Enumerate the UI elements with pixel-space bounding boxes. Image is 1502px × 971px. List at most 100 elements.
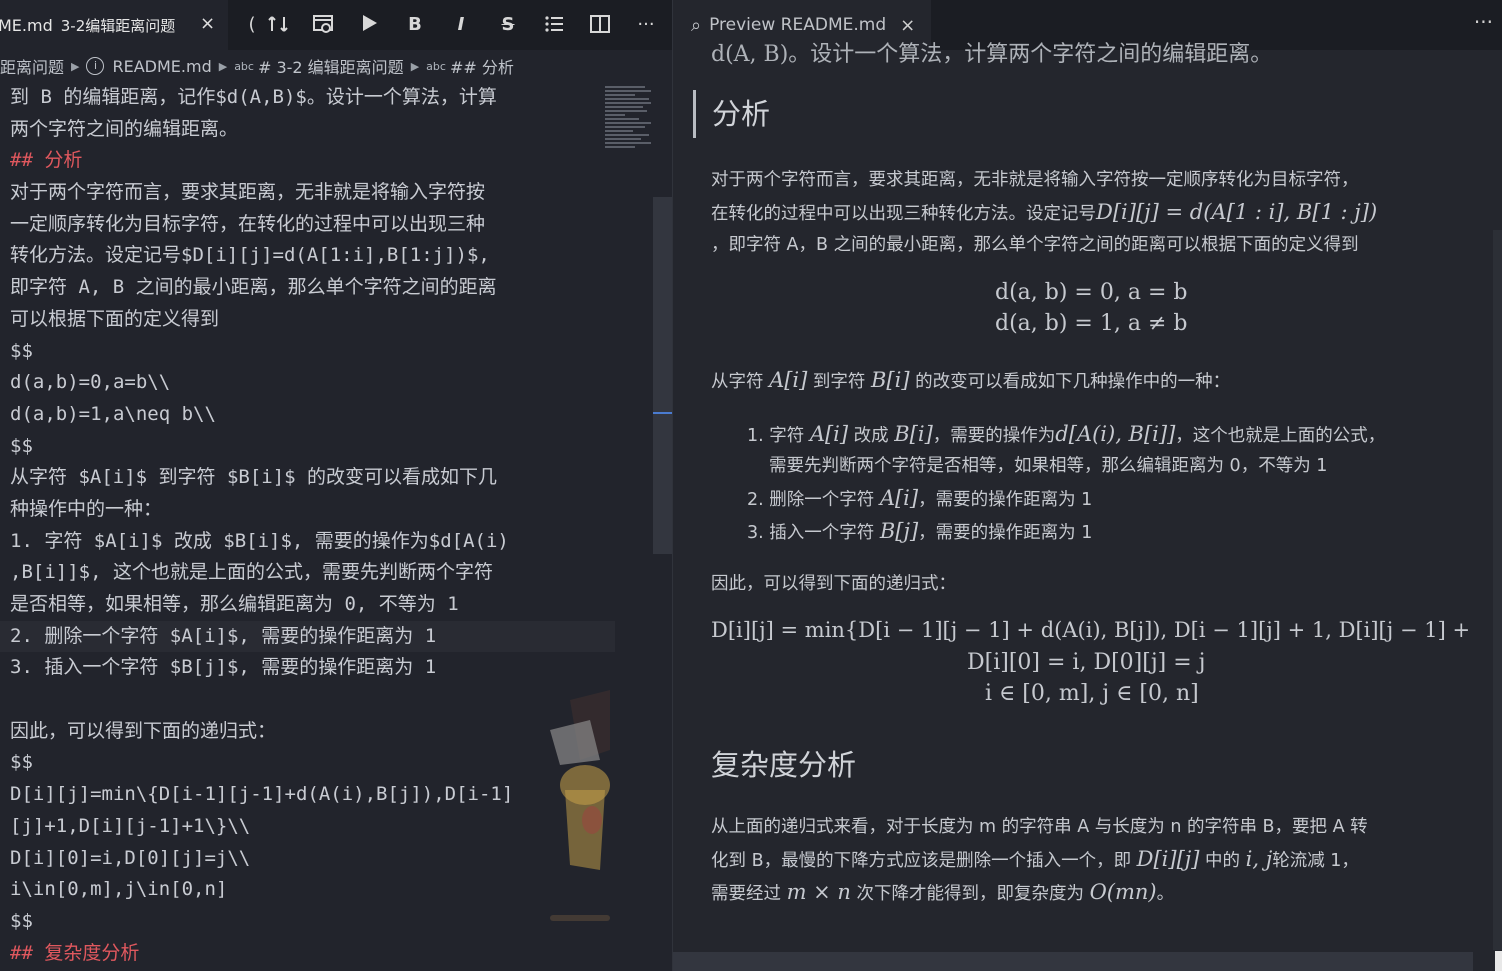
code-line: d(a,b)=1,a\neq b\\ [10, 402, 216, 425]
code-line: 因此，可以得到下面的递归式： [10, 719, 277, 742]
code-line: 是否相等，如果相等，那么编辑距离为 0, 不等为 1 [10, 593, 459, 615]
text: 在转化的过程中可以出现三种转化方法。设定记号 [711, 204, 1096, 224]
paragraph: 从字符 A[i] 到字符 B[i] 的改变可以看成如下几种操作中的一种： [711, 364, 1230, 399]
italic-icon[interactable]: I [449, 13, 473, 37]
text: 。 [1156, 884, 1175, 904]
text: 从字符 [711, 372, 770, 392]
list-item: 3. 插入一个字符 B[j]，需要的操作距离为 1 [747, 515, 1092, 550]
preview-vertical-scrollbar[interactable] [1493, 230, 1502, 950]
code-line: 到 B 的编辑距离，记作$d(A,B)$。设计一个算法，计算 [10, 86, 497, 108]
code-line: 即字符 A, B 之间的最小距离，那么单个字符之间的距离 [10, 276, 497, 299]
text: ，需要的操作距离为 1 [918, 490, 1093, 510]
preview-horizontal-scrollbar[interactable] [673, 952, 1473, 971]
code-line-active: 2. 删除一个字符 $A[i]$, 需要的操作距离为 1 [0, 620, 615, 653]
code-line: i\in[0,m],j\in[0,n] [10, 878, 228, 901]
math-inline: D[i][j] = d(A[1 : i], B[1 : j]) [1096, 200, 1378, 224]
heading-analysis: 分析 [693, 90, 770, 138]
code-line: 转化方法。设定记号$D[i][j]=d(A[1:i],B[1:j])$, [10, 244, 490, 267]
paragraph: 需要经过 m × n 次下降才能得到，即复杂度为 O(mn)。 [711, 876, 1174, 911]
math-inline: B[j] [879, 519, 919, 543]
math-inline: O(mn) [1089, 880, 1157, 904]
text: 2. 删除一个字符 [747, 490, 880, 510]
math-block: D[i][0] = i, D[0][j] = j [967, 650, 1206, 675]
more-actions-icon[interactable]: ··· [634, 13, 658, 37]
code-line-heading: ## 分析 [10, 149, 83, 172]
breadcrumb: 距离问题 ▶ i README.md ▶ abc # 3-2 编辑距离问题 ▶ … [0, 50, 672, 82]
text: 化到 B，最慢的下降方式应该是删除一个插入一个，即 [711, 851, 1137, 871]
chevron-right-icon: ▶ [410, 59, 420, 73]
sync-scroll-icon[interactable] [266, 13, 290, 37]
paragraph: 对于两个字符而言，要求其距离，无非就是将输入字符按一定顺序转化为目标字符， [711, 170, 1359, 190]
breadcrumb-file[interactable]: README.md [112, 57, 211, 76]
close-tab-icon[interactable]: × [200, 13, 215, 34]
text: 3. 插入一个字符 [747, 523, 880, 543]
preview-icon: ⌕ [691, 14, 702, 36]
list-icon[interactable] [542, 13, 566, 37]
math-inline: A[i] [769, 368, 808, 392]
math-inline: A[i] [809, 422, 849, 446]
breadcrumb-h1[interactable]: # 3-2 编辑距离问题 [258, 54, 404, 78]
open-preview-icon[interactable] [311, 13, 335, 37]
paragraph: 在转化的过程中可以出现三种转化方法。设定记号D[i][j] = d(A[1 : … [711, 196, 1377, 231]
editor-scrollbar[interactable] [653, 197, 672, 554]
math-inline: B[i] [894, 422, 933, 446]
scroll-corner [1495, 951, 1502, 971]
text: 次下降才能得到，即复杂度为 [850, 884, 1090, 904]
paren-icon[interactable]: ( [240, 13, 264, 37]
close-preview-icon[interactable]: × [900, 15, 915, 36]
code-line: 对于两个字符而言，要求其距离，无非就是将输入字符按 [10, 181, 486, 204]
code-line-heading: ## 复杂度分析 [10, 941, 140, 964]
minimap[interactable] [605, 84, 653, 164]
breadcrumb-h2[interactable]: ## 分析 [450, 54, 514, 78]
math-inline: d[A(i), B[i]] [1055, 422, 1176, 446]
list-item: 2. 删除一个字符 A[i]，需要的操作距离为 1 [747, 482, 1092, 517]
tab-filename: ME.md [0, 15, 53, 35]
editor-tab-readme[interactable]: ME.md 3-2编辑距离问题 × [0, 0, 228, 50]
math-inline: D[i][j] [1136, 847, 1200, 871]
run-icon[interactable] [357, 13, 381, 37]
symbol-string-icon: abc [234, 59, 254, 73]
code-line: ,B[i]]$, 这个也就是上面的公式，需要先判断两个字符 [10, 561, 493, 584]
math-block: i ∈ [0, m], j ∈ [0, n] [985, 681, 1199, 706]
math-inline: B[i] [871, 368, 910, 392]
scrollbar-cursor-marker [653, 412, 672, 414]
code-line: $$ [10, 751, 33, 774]
editor-tab-bar: ME.md 3-2编辑距离问题 × ( B I S ··· [0, 0, 672, 50]
chevron-right-icon: ▶ [218, 59, 228, 73]
tab-title: 3-2编辑距离问题 [60, 16, 176, 35]
paragraph: 因此，可以得到下面的递归式： [711, 574, 956, 594]
code-line: $$ [10, 909, 33, 932]
code-line: D[i][0]=i,D[0][j]=j\\ [10, 846, 251, 869]
text: 1. 字符 [747, 426, 810, 446]
math-block: D[i][j] = min{D[i − 1][j − 1] + d(A(i), … [711, 618, 1471, 642]
bold-icon[interactable]: B [403, 13, 427, 37]
mascot-image [550, 690, 610, 921]
code-area[interactable]: 到 B 的编辑距离，记作$d(A,B)$。设计一个算法，计算 两个字符之间的编辑… [0, 82, 615, 969]
symbol-string-icon: abc [426, 59, 446, 73]
code-line: 种操作中的一种： [10, 497, 163, 520]
split-editor-icon[interactable] [588, 13, 612, 37]
list-item-continuation: 需要先判断两个字符是否相等，如果相等，那么编辑距离为 0，不等为 1 [769, 456, 1328, 476]
chevron-right-icon: ▶ [71, 59, 80, 73]
markdown-editor-pane[interactable]: ME.md 3-2编辑距离问题 × ( B I S ··· 距离问题 ▶ i R… [0, 0, 672, 971]
text: ，需要的操作为 [932, 426, 1056, 446]
text: 到字符 [807, 372, 871, 392]
list-item: 1. 字符 A[i] 改成 B[i]，需要的操作为d[A(i), B[i]]，这… [747, 418, 1385, 453]
more-actions-icon[interactable]: ··· [1474, 10, 1493, 34]
text: ，需要的操作距离为 1 [918, 523, 1093, 543]
breadcrumb-folder[interactable]: 距离问题 [0, 54, 64, 78]
math-inline: A[i] [879, 486, 919, 510]
math-block: d(a, b) = 0, a = b [995, 280, 1188, 305]
paragraph: 从上面的递归式来看，对于长度为 m 的字符串 A 与长度为 n 的字符串 B，要… [711, 817, 1368, 837]
code-line: 一定顺序转化为目标字符，在转化的过程中可以出现三种 [10, 212, 486, 235]
code-line: $$ [10, 339, 33, 362]
markdown-preview-pane[interactable]: ⌕ Preview README.md × ··· d(A, B)。设计一个算法… [672, 0, 1502, 971]
text: ，这个也就是上面的公式， [1175, 426, 1386, 446]
strikethrough-icon[interactable]: S [496, 13, 520, 37]
code-line: $$ [10, 434, 33, 457]
code-line: 可以根据下面的定义得到 [10, 307, 220, 330]
text: 需要经过 [711, 884, 787, 904]
clipped-text: d(A, B)。设计一个算法，计算两个字符之间的编辑距离。 [711, 42, 1273, 67]
math-inline: m × n [786, 880, 851, 904]
